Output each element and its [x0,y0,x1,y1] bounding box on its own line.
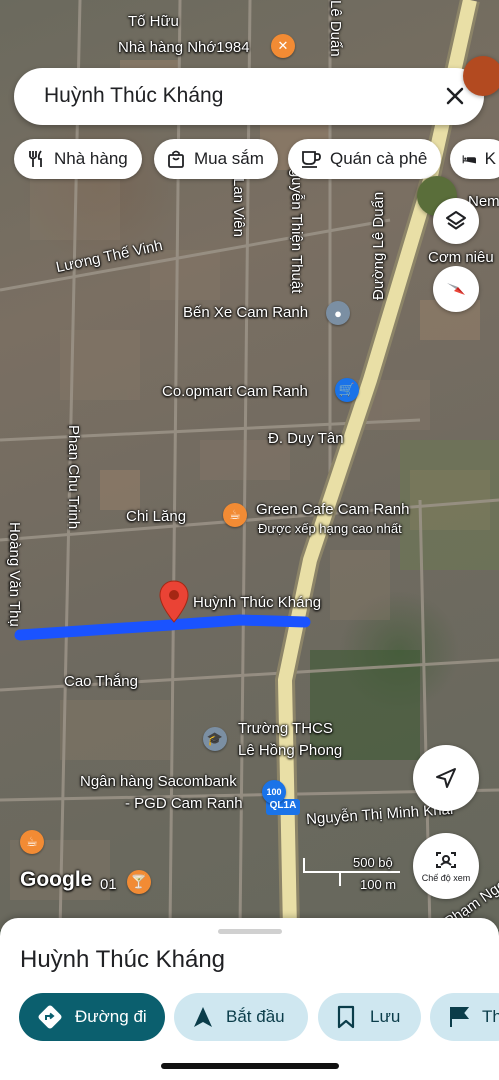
scale-label: 100 m [360,877,397,892]
street-view-button[interactable]: Chế độ xem [413,833,479,899]
chip-coffee[interactable]: Quán cà phê [288,139,442,179]
sheet-handle[interactable] [218,929,282,934]
label-label: Th [482,1007,499,1026]
shopping-bag-icon [168,150,184,168]
directions-label: Đường đi [75,1007,147,1026]
school-icon[interactable]: 🎓 [203,727,227,751]
map-label: Huỳnh Thúc Kháng [193,594,322,611]
chip-label: Quán cà phê [330,149,428,168]
map-label: Bến Xe Cam Ranh [183,304,309,321]
location-pin-icon[interactable] [158,580,190,624]
save-label: Lưu [370,1007,401,1026]
map-label: Lê Hồng Phong [238,742,343,759]
map-label: Cao Thắng [64,673,138,690]
street-view-label: Chế độ xem [421,873,471,883]
chip-label: Mua sắm [194,149,264,168]
compass-button[interactable] [433,266,479,312]
map-label: Hoàng Văn Thụ [6,522,23,627]
search-query[interactable]: Huỳnh Thúc Kháng [44,84,223,108]
label-button[interactable]: Th [430,993,499,1041]
layers-icon [446,211,466,230]
directions-button[interactable]: Đường đi [19,993,165,1041]
chip-restaurants[interactable]: Nhà hàng [14,139,142,179]
map-label: Nhà hàng Nhớ1984 [118,39,250,56]
map-label: Chi Lăng [126,508,187,525]
map-label: Phan Chu Trinh [65,425,82,530]
shopping-cart-icon[interactable]: 🛒 [335,378,359,402]
navigation-arrow-icon [194,1007,212,1027]
map-label: Tố Hữu [128,13,179,30]
bar-icon[interactable]: 🍸 [127,870,151,894]
search-bar[interactable]: Huỳnh Thúc Kháng [14,68,484,125]
directions-icon [38,1005,62,1029]
map-label: Đ. Duy Tân [268,430,344,447]
place-title: Huỳnh Thúc Kháng [20,946,226,973]
chip-label: K [484,149,496,168]
restaurant-icon[interactable]: ✕ [271,34,295,58]
map-label: Co.opmart Cam Ranh [162,383,308,400]
fork-knife-icon [29,150,42,167]
cafe-icon[interactable]: ☕ [20,830,44,854]
compass-icon [447,283,465,295]
bed-icon [462,155,476,164]
google-logo: Google [20,868,93,891]
chip-shopping[interactable]: Mua sắm [154,139,278,179]
map-label: Trường THCS [238,720,333,737]
chip-label: Nhà hàng [54,149,128,168]
map-label: Green Cafe Cam Ranh [256,501,410,518]
map-label: - PGD Cam Ranh [125,795,243,812]
home-indicator[interactable] [161,1063,339,1069]
map-label: Cơm niêu [428,249,494,266]
camera-view-icon [436,852,456,868]
layers-button[interactable] [433,198,479,244]
chip-hotels[interactable]: K [450,139,499,179]
map-label: Đường Lê Duẩn [370,191,387,300]
map-label: Lê Duẩn [327,0,344,57]
map-label: Ngân hàng Sacombank [80,773,237,790]
flag-icon [450,1007,470,1027]
start-button[interactable]: Bắt đầu [174,993,308,1041]
highway-shield: QL1A [269,800,297,811]
coffee-cup-icon [302,151,321,168]
bus-station-icon[interactable]: ● [326,301,350,325]
photo-thumbnail[interactable] [463,56,499,96]
navigation-arrow-icon [436,768,456,788]
scale-label: 500 bộ [353,855,393,870]
save-button[interactable]: Lưu [318,993,421,1041]
map-label: Lan Viên [230,178,247,237]
map-sublabel: Được xếp hạng cao nhất [258,521,402,536]
map-label: 01 [100,876,117,893]
start-label: Bắt đầu [226,1007,285,1026]
my-location-button[interactable] [413,745,479,811]
cafe-icon[interactable]: ☕ [223,503,247,527]
bookmark-icon [337,1005,355,1029]
